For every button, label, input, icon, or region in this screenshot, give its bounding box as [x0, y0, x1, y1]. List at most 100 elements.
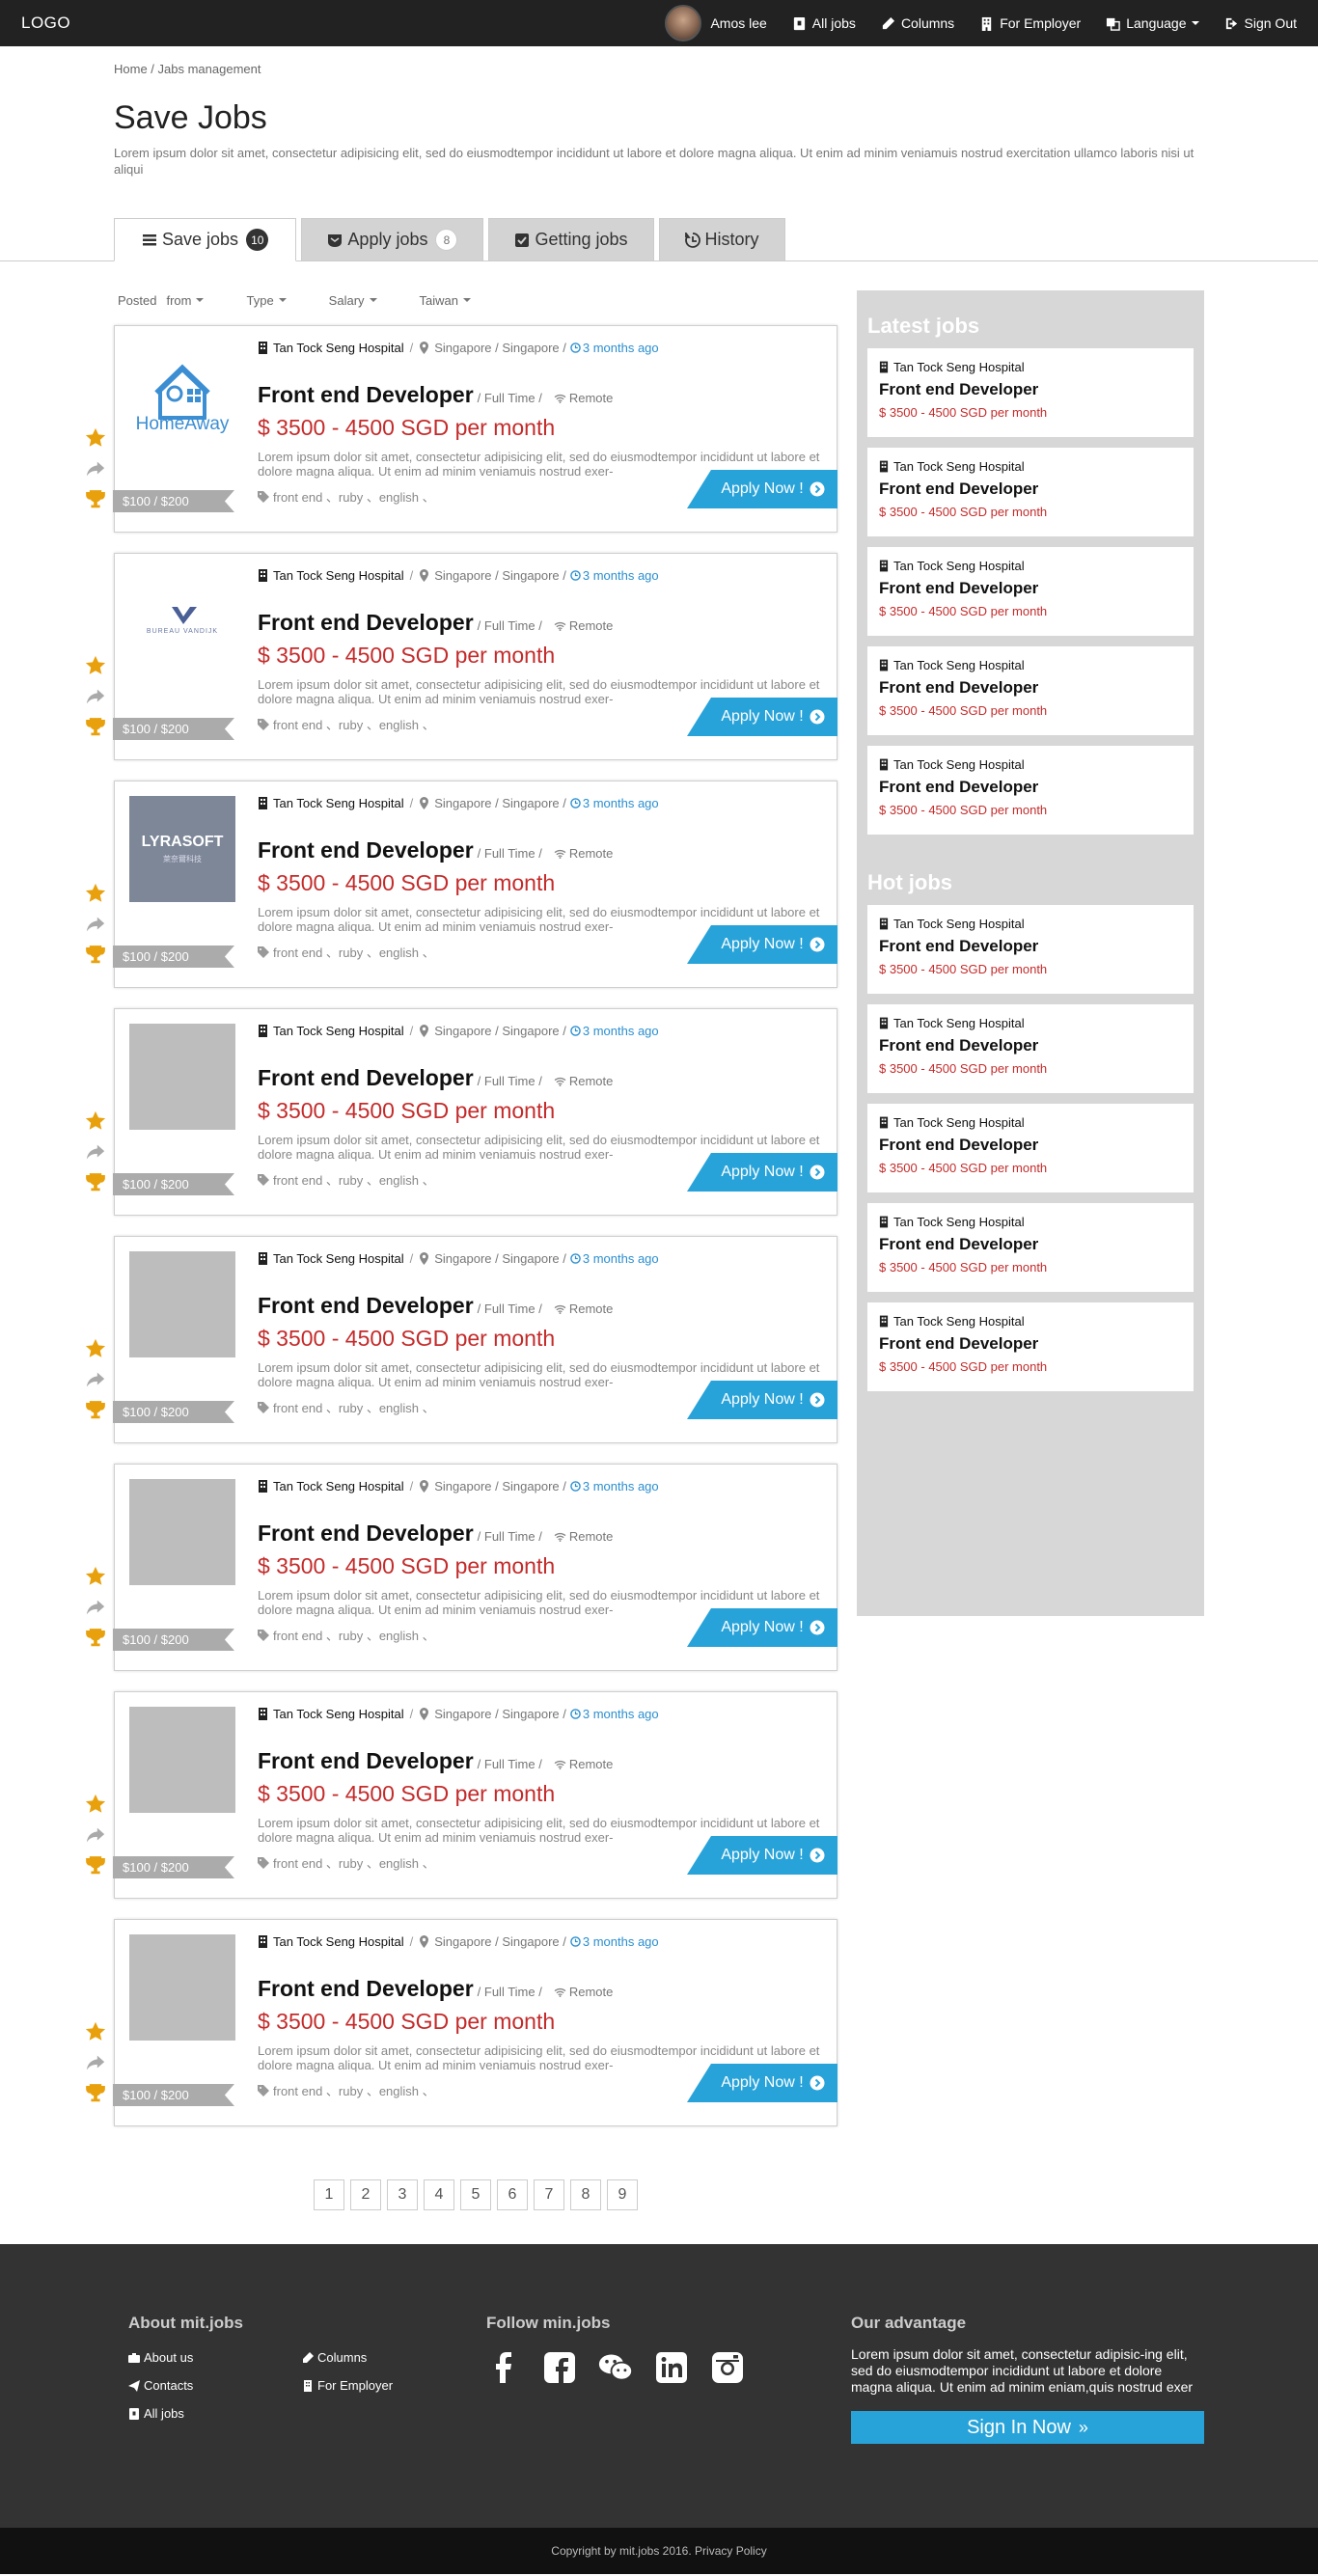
star-icon[interactable] — [85, 1794, 106, 1815]
job-title[interactable]: Front end Developer — [258, 1976, 474, 2002]
latest-job-item[interactable]: Tan Tock Seng Hospital Front end Develop… — [867, 348, 1194, 437]
job-title[interactable]: Front end Developer — [258, 610, 474, 636]
company-logo[interactable]: BUREAU VANDIJK — [129, 568, 235, 674]
star-icon[interactable] — [85, 655, 106, 676]
job-card[interactable]: $100 / $200 Tan Tock Seng Hospital / Sin… — [113, 1691, 837, 1899]
star-icon[interactable] — [85, 2021, 106, 2042]
trophy-icon[interactable] — [85, 2083, 106, 2104]
job-title[interactable]: Front end Developer — [258, 1293, 474, 1319]
job-card[interactable]: $100 / $200 Tan Tock Seng Hospital / Sin… — [113, 1008, 837, 1216]
job-card[interactable]: $100 / $200 Tan Tock Seng Hospital / Sin… — [113, 1236, 837, 1443]
apply-now-button[interactable]: Apply Now ! — [687, 470, 837, 508]
company-logo[interactable]: LYRASOFT 萊奈爾科技 — [129, 796, 235, 902]
company-logo[interactable]: HomeAway — [129, 341, 235, 447]
language-dropdown[interactable]: Language — [1106, 15, 1199, 31]
tab-history[interactable]: History — [658, 218, 785, 261]
hot-job-item[interactable]: Tan Tock Seng Hospital Front end Develop… — [867, 1104, 1194, 1192]
tab-apply-jobs[interactable]: Apply jobs 8 — [301, 218, 484, 261]
trophy-icon[interactable] — [85, 945, 106, 966]
sign-in-now-button[interactable]: Sign In Now » — [851, 2411, 1204, 2444]
share-icon[interactable] — [85, 686, 106, 707]
footer-link-for-employer[interactable]: For Employer — [302, 2378, 476, 2393]
page-number-button[interactable]: 9 — [607, 2179, 638, 2210]
tab-getting-jobs[interactable]: Getting jobs — [488, 218, 654, 261]
latest-job-item[interactable]: Tan Tock Seng Hospital Front end Develop… — [867, 746, 1194, 835]
share-icon[interactable] — [85, 2052, 106, 2073]
job-title[interactable]: Front end Developer — [258, 837, 474, 863]
star-icon[interactable] — [85, 1566, 106, 1587]
trophy-icon[interactable] — [85, 1855, 106, 1877]
share-icon[interactable] — [85, 1824, 106, 1846]
trophy-icon[interactable] — [85, 1628, 106, 1649]
logo[interactable]: LOGO — [21, 14, 70, 33]
instagram-icon[interactable] — [710, 2350, 745, 2385]
share-icon[interactable] — [85, 1597, 106, 1618]
trophy-icon[interactable] — [85, 1172, 106, 1193]
hot-job-item[interactable]: Tan Tock Seng Hospital Front end Develop… — [867, 905, 1194, 994]
apply-now-button[interactable]: Apply Now ! — [687, 1608, 837, 1647]
share-icon[interactable] — [85, 1369, 106, 1390]
trophy-icon[interactable] — [85, 1400, 106, 1421]
apply-now-button[interactable]: Apply Now ! — [687, 1381, 837, 1419]
trophy-icon[interactable] — [85, 717, 106, 738]
star-icon[interactable] — [85, 883, 106, 904]
filter-posted[interactable]: Posted from — [118, 290, 205, 310]
nav-for-employer[interactable]: For Employer — [979, 15, 1081, 31]
page-number-button[interactable]: 3 — [387, 2179, 418, 2210]
apply-now-button[interactable]: Apply Now ! — [687, 2064, 837, 2102]
page-number-button[interactable]: 6 — [497, 2179, 528, 2210]
company-name[interactable]: Tan Tock Seng Hospital — [258, 1479, 404, 1494]
share-icon[interactable] — [85, 914, 106, 935]
filter-location[interactable]: Taiwan — [420, 290, 471, 310]
apply-now-button[interactable]: Apply Now ! — [687, 1153, 837, 1192]
job-card[interactable]: LYRASOFT 萊奈爾科技 $100 / $200 Tan Tock Seng… — [113, 781, 837, 988]
company-name[interactable]: Tan Tock Seng Hospital — [258, 796, 404, 810]
facebook-square-icon[interactable] — [542, 2350, 577, 2385]
company-logo-placeholder[interactable] — [129, 1707, 235, 1813]
star-icon[interactable] — [85, 427, 106, 449]
footer-link-columns[interactable]: Columns — [302, 2350, 476, 2365]
company-name[interactable]: Tan Tock Seng Hospital — [258, 568, 404, 583]
job-card[interactable]: HomeAway $100 / $200 Tan Tock Seng Hospi… — [113, 325, 837, 533]
company-name[interactable]: Tan Tock Seng Hospital — [258, 341, 404, 355]
breadcrumb-home[interactable]: Home — [114, 62, 148, 76]
footer-link-about-us[interactable]: About us — [128, 2350, 302, 2365]
apply-now-button[interactable]: Apply Now ! — [687, 698, 837, 736]
page-number-button[interactable]: 7 — [534, 2179, 564, 2210]
footer-link-all-jobs[interactable]: All jobs — [128, 2406, 302, 2421]
job-card[interactable]: $100 / $200 Tan Tock Seng Hospital / Sin… — [113, 1464, 837, 1671]
hot-job-item[interactable]: Tan Tock Seng Hospital Front end Develop… — [867, 1203, 1194, 1292]
company-name[interactable]: Tan Tock Seng Hospital — [258, 1934, 404, 1949]
apply-now-button[interactable]: Apply Now ! — [687, 925, 837, 964]
job-card[interactable]: $100 / $200 Tan Tock Seng Hospital / Sin… — [113, 1919, 837, 2126]
company-logo-placeholder[interactable] — [129, 1024, 235, 1130]
company-logo-placeholder[interactable] — [129, 1251, 235, 1357]
wechat-icon[interactable] — [598, 2350, 633, 2385]
star-icon[interactable] — [85, 1338, 106, 1359]
hot-job-item[interactable]: Tan Tock Seng Hospital Front end Develop… — [867, 1004, 1194, 1093]
share-icon[interactable] — [85, 1141, 106, 1163]
job-title[interactable]: Front end Developer — [258, 1521, 474, 1547]
nav-columns[interactable]: Columns — [881, 15, 954, 31]
facebook-icon[interactable] — [486, 2350, 521, 2385]
filter-type[interactable]: Type — [246, 290, 287, 310]
footer-link-contacts[interactable]: Contacts — [128, 2378, 302, 2393]
job-title[interactable]: Front end Developer — [258, 1065, 474, 1091]
company-name[interactable]: Tan Tock Seng Hospital — [258, 1251, 404, 1266]
nav-all-jobs[interactable]: All jobs — [792, 15, 856, 31]
linkedin-icon[interactable] — [654, 2350, 689, 2385]
job-card[interactable]: BUREAU VANDIJK $100 / $200 Tan Tock Seng… — [113, 553, 837, 760]
latest-job-item[interactable]: Tan Tock Seng Hospital Front end Develop… — [867, 547, 1194, 636]
company-name[interactable]: Tan Tock Seng Hospital — [258, 1707, 404, 1721]
share-icon[interactable] — [85, 458, 106, 480]
nav-sign-out[interactable]: Sign Out — [1224, 15, 1297, 31]
company-logo-placeholder[interactable] — [129, 1934, 235, 2041]
star-icon[interactable] — [85, 1110, 106, 1132]
apply-now-button[interactable]: Apply Now ! — [687, 1836, 837, 1875]
filter-salary[interactable]: Salary — [329, 290, 377, 310]
user-menu[interactable]: Amos lee — [665, 5, 767, 41]
company-name[interactable]: Tan Tock Seng Hospital — [258, 1024, 404, 1038]
job-title[interactable]: Front end Developer — [258, 382, 474, 408]
trophy-icon[interactable] — [85, 489, 106, 510]
page-number-button[interactable]: 1 — [314, 2179, 344, 2210]
